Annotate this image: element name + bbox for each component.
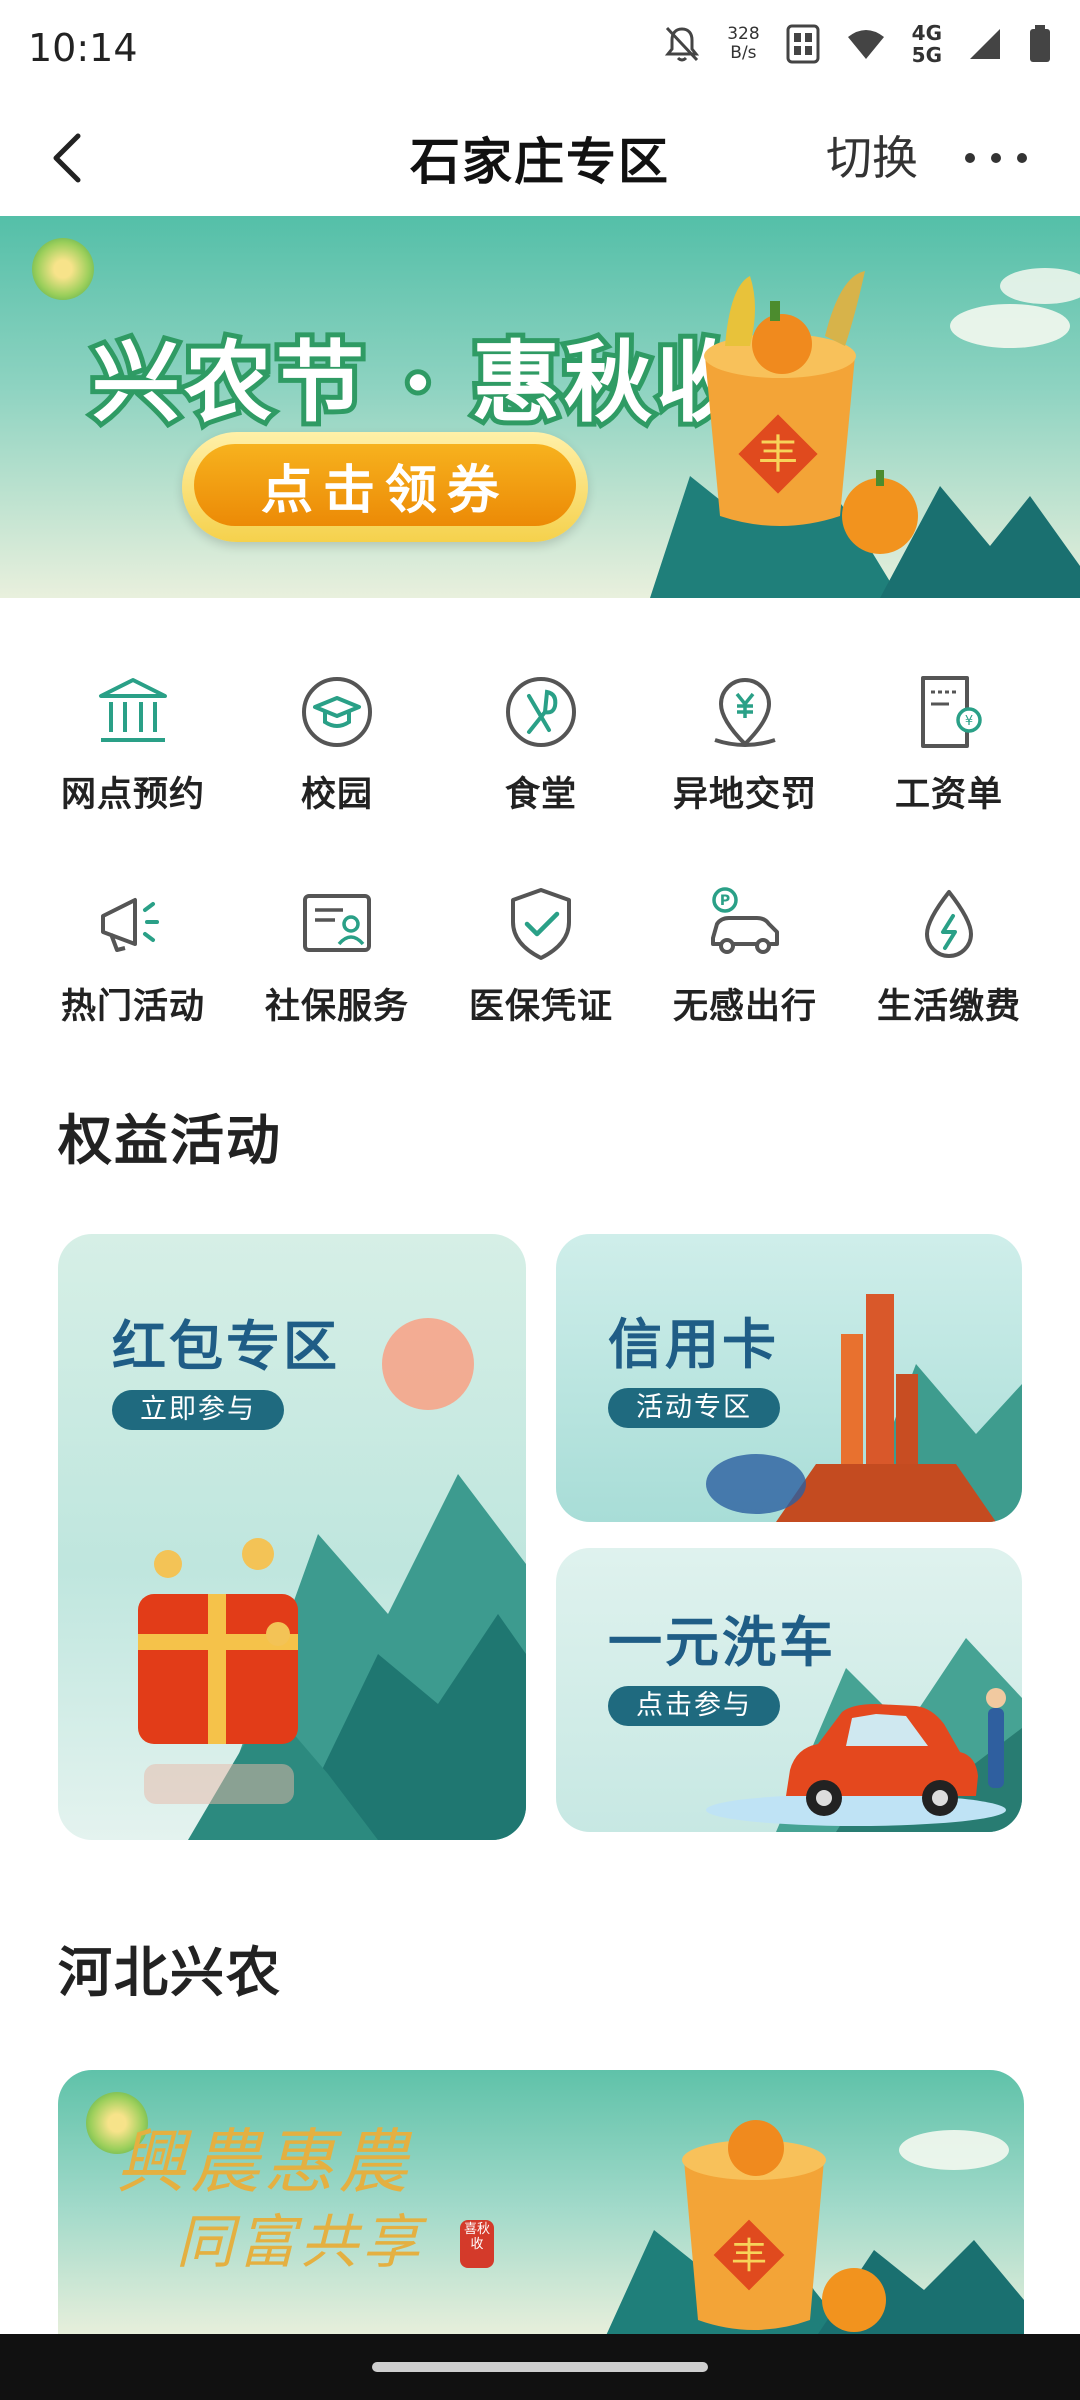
graduation-cap-icon xyxy=(302,677,372,747)
join-now-button[interactable]: 立即参与 xyxy=(112,1390,284,1430)
service-label: 热门活动 xyxy=(60,987,205,1027)
service-item-utility-payment[interactable]: 生活缴费 xyxy=(847,886,1051,1029)
harvest-basket-illustration: 丰 xyxy=(604,2120,1024,2340)
bank-icon xyxy=(99,678,167,742)
card-title: 信用卡 xyxy=(608,1313,779,1376)
abc-harvest-logo xyxy=(32,238,94,300)
svg-text:P: P xyxy=(720,893,730,909)
service-label: 异地交罚 xyxy=(672,775,817,815)
section-title-hebei: 河北兴农 xyxy=(58,1941,282,2004)
service-item-canteen[interactable]: 食堂 xyxy=(439,674,643,817)
sim-icon xyxy=(786,24,820,64)
seal-stamp: 喜秋收 xyxy=(460,2220,494,2268)
service-item-social-security[interactable]: 社保服务 xyxy=(235,886,439,1029)
card-title: 一元洗车 xyxy=(608,1611,836,1674)
switch-button[interactable]: 切换 xyxy=(826,122,918,188)
activity-zone-button[interactable]: 活动专区 xyxy=(608,1388,780,1428)
signal-icon xyxy=(970,29,1000,59)
status-bar: 10:14 328 B/s 4G 5G xyxy=(0,0,1080,100)
more-menu-icon[interactable] xyxy=(960,138,1032,178)
system-navigation-bar xyxy=(0,2334,1080,2400)
mute-bell-icon xyxy=(665,26,700,62)
service-row-1: 网点预约 校园 食堂 异地交罚 ¥ 工资单 xyxy=(0,674,1080,874)
service-label: 无感出行 xyxy=(672,987,817,1027)
social-security-card-icon xyxy=(303,894,371,952)
cutlery-icon xyxy=(506,677,576,747)
section-title-rights: 权益活动 xyxy=(58,1109,282,1172)
service-item-hot-events[interactable]: 热门活动 xyxy=(31,886,235,1029)
service-item-medical-insurance[interactable]: 医保凭证 xyxy=(439,886,643,1029)
status-time: 10:14 xyxy=(28,26,138,70)
parking-car-icon: P xyxy=(711,887,779,954)
service-item-contactless-travel[interactable]: P 无感出行 xyxy=(643,886,847,1029)
hebei-banner[interactable]: 興農惠農 同富共享 喜秋收 丰 xyxy=(58,2070,1024,2340)
service-item-campus[interactable]: 校园 xyxy=(235,674,439,817)
service-label: 社保服务 xyxy=(264,987,409,1027)
claim-coupon-button[interactable]: 点击领券 xyxy=(182,432,588,542)
wifi-icon xyxy=(847,30,884,59)
service-item-branch-booking[interactable]: 网点预约 xyxy=(31,674,235,817)
battery-icon xyxy=(1030,25,1050,62)
navigation-bar: 石家庄专区 切换 xyxy=(0,100,1080,216)
page-title: 石家庄专区 xyxy=(410,133,670,191)
service-item-payslip[interactable]: ¥ 工资单 xyxy=(847,674,1051,817)
service-label: 校园 xyxy=(300,775,373,815)
network-type: 4G 5G xyxy=(911,21,942,67)
megaphone-icon xyxy=(101,898,159,952)
harvest-basket-illustration: 丰 xyxy=(650,268,1080,598)
service-label: 食堂 xyxy=(504,775,577,815)
service-label: 生活缴费 xyxy=(876,987,1021,1027)
join-wash-button[interactable]: 点击参与 xyxy=(608,1686,780,1726)
yuan-location-icon xyxy=(714,678,776,747)
card-car-wash[interactable]: 一元洗车 点击参与 xyxy=(556,1548,1022,1832)
svg-text:丰: 丰 xyxy=(758,432,798,478)
svg-text:¥: ¥ xyxy=(965,714,973,729)
service-label: 工资单 xyxy=(894,775,1003,815)
card-red-packet[interactable]: 红包专区 立即参与 xyxy=(58,1234,526,1840)
card-credit-card[interactable]: 信用卡 活动专区 xyxy=(556,1234,1022,1522)
service-label: 医保凭证 xyxy=(468,987,613,1027)
calligraphy-slogan: 興農惠農 同富共享 xyxy=(116,2121,425,2276)
utility-drop-icon xyxy=(925,890,973,958)
card-title: 红包专区 xyxy=(112,1315,340,1378)
service-item-remote-fines[interactable]: 异地交罚 xyxy=(643,674,847,817)
network-speed: 328 B/s xyxy=(727,24,760,63)
svg-text:丰: 丰 xyxy=(731,2236,767,2277)
status-icons: 328 B/s 4G 5G xyxy=(663,22,1052,66)
service-row-2: 热门活动 社保服务 医保凭证 P 无感出行 生活缴费 xyxy=(0,886,1080,1086)
service-label: 网点预约 xyxy=(60,775,205,815)
promo-banner[interactable]: 兴农节 · 惠秋收 点击领券 丰 xyxy=(0,216,1080,598)
shield-check-icon xyxy=(511,888,571,960)
home-gesture-handle[interactable] xyxy=(372,2362,708,2372)
payslip-icon: ¥ xyxy=(921,676,982,748)
